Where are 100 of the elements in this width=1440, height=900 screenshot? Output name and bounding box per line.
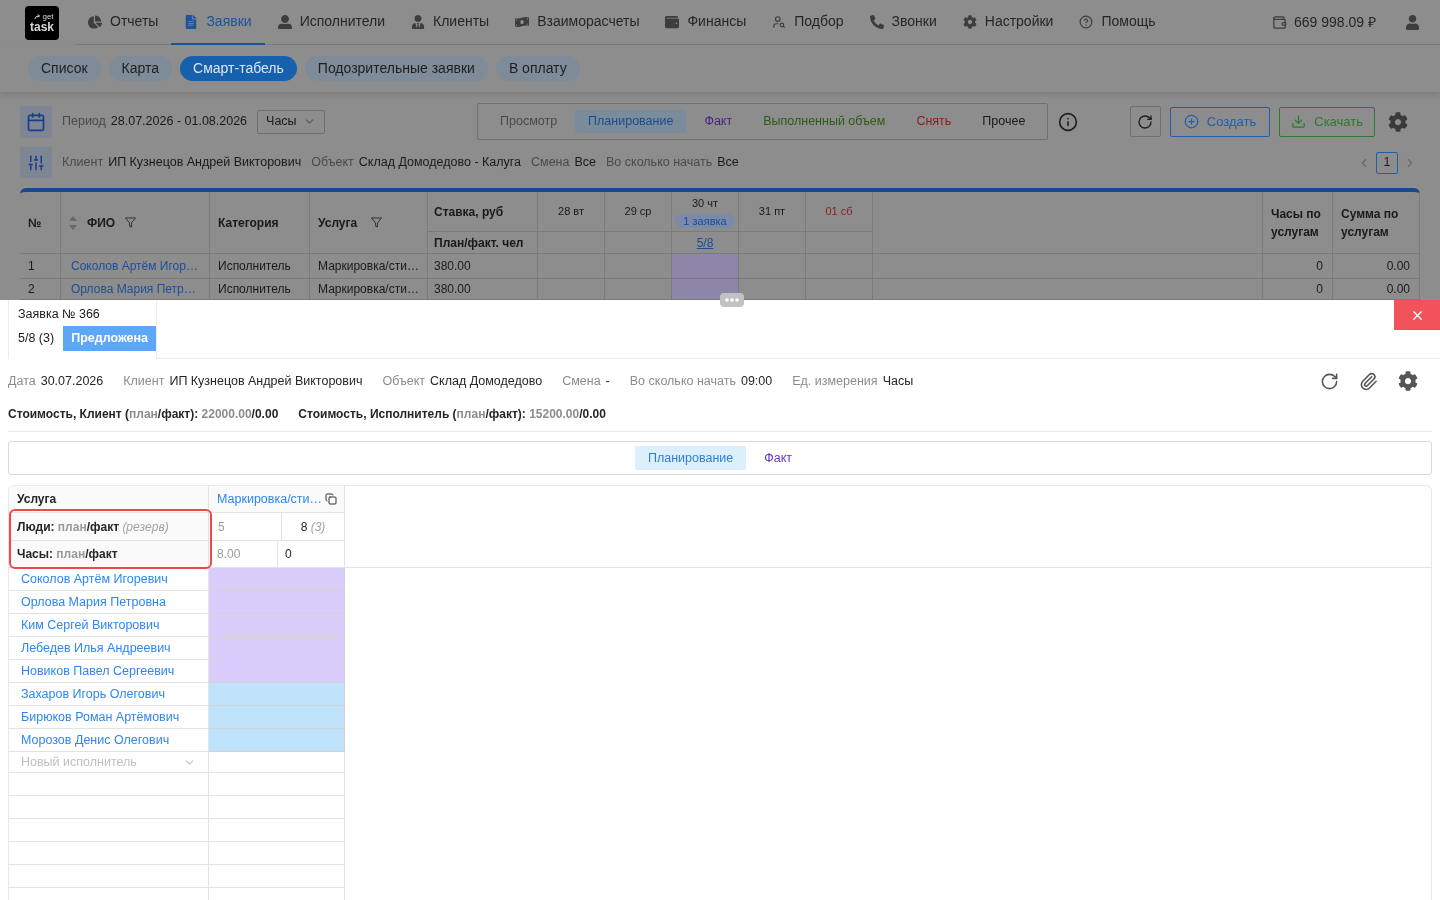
subnav-pill[interactable]: Список [28, 56, 101, 81]
subnav-pill[interactable]: Смарт-табель [180, 56, 297, 81]
row-header: Услуга [17, 491, 57, 508]
mode-tab[interactable]: Факт [691, 110, 746, 133]
field-label: Объект [382, 372, 425, 390]
schedule-cell[interactable] [209, 591, 345, 614]
drag-handle-icon[interactable] [720, 293, 744, 307]
subnav-pill[interactable]: Подозрительные заявки [304, 56, 488, 81]
table-cell: 5 [209, 513, 282, 541]
period-label: Период [62, 113, 106, 131]
sort-icon[interactable] [69, 215, 77, 230]
calendar-icon[interactable] [20, 105, 52, 138]
schedule-cell[interactable] [209, 568, 345, 591]
field-value: Часы [882, 372, 914, 390]
field-label: Смена [562, 372, 601, 390]
mode-tab[interactable]: Планирование [575, 110, 687, 133]
schedule-cell[interactable] [209, 729, 345, 752]
nav-item[interactable]: Финансы [652, 0, 760, 45]
worker-link[interactable]: Орлова Мария Петровна [21, 592, 166, 612]
worker-link[interactable]: Соколов Артём Игоревич [21, 569, 168, 589]
order-tab[interactable]: Заявка № 366 5/8 (3) Предложена [8, 300, 157, 359]
table-cell: Маркировка/сти… [310, 254, 428, 279]
phone-icon [869, 14, 884, 29]
nav-item[interactable]: Исполнители [264, 0, 399, 45]
settings-icon[interactable] [1398, 371, 1418, 391]
worker-link[interactable]: Захаров Игорь Олегович [21, 684, 165, 704]
refresh-icon [1137, 113, 1154, 130]
refresh-button[interactable] [1129, 106, 1161, 137]
plan-fact-link[interactable]: 5/8 [696, 233, 714, 252]
paperclip-icon[interactable] [1359, 371, 1378, 391]
field-value: - [605, 372, 610, 390]
schedule-cell[interactable] [209, 660, 345, 683]
info-icon[interactable] [1058, 111, 1079, 132]
nav-item[interactable]: Заявки [171, 0, 265, 45]
filter-label: Клиент [62, 154, 104, 172]
worker-name-link[interactable]: Орлова Мария Петр… [71, 280, 196, 298]
mode-tab[interactable]: Планирование [634, 446, 747, 470]
wallet-icon [665, 14, 680, 29]
filter-label: Объект [311, 154, 354, 172]
copy-icon[interactable] [325, 493, 337, 505]
field-label: Дата [8, 372, 36, 390]
refresh-icon[interactable] [1320, 371, 1339, 391]
period-value: 28.07.2026 - 01.08.2026 [110, 113, 248, 131]
request-count-badge[interactable]: 1 заявка [675, 213, 735, 228]
day-header: 01 сб [825, 204, 853, 220]
logo-text: task [30, 20, 54, 33]
schedule-cell[interactable] [209, 706, 345, 729]
table-cell: 0 [1263, 254, 1333, 279]
worker-link[interactable]: Морозов Денис Олегович [21, 730, 170, 750]
mode-tab[interactable]: Снять [903, 110, 965, 133]
worker-link[interactable]: Новиков Павел Сергеевич [21, 661, 175, 681]
column-header: План/факт. чел [434, 234, 524, 252]
subnav-pill[interactable]: В оплату [495, 56, 580, 81]
table-cell: 0.00 [1333, 254, 1420, 279]
nav-item[interactable]: Клиенты [398, 0, 503, 45]
mode-tab[interactable]: Факт [751, 446, 806, 470]
logo-tile[interactable]: get task [25, 5, 59, 40]
sliders-icon[interactable] [20, 147, 52, 178]
schedule-cell[interactable] [209, 683, 345, 706]
plus-circle-icon [1183, 114, 1199, 129]
filter-icon[interactable] [371, 217, 383, 228]
create-button[interactable]: Создать [1169, 106, 1271, 137]
row-header: Люди: план/факт (резерв) [17, 518, 169, 536]
mode-tab[interactable]: Прочее [969, 110, 1039, 133]
schedule-cell[interactable] [209, 614, 345, 637]
nav-item[interactable]: Настройки [949, 0, 1067, 45]
table-cell: Исполнитель [210, 254, 310, 279]
worker-name-link[interactable]: Соколов Артём Игор… [71, 257, 198, 275]
column-header: № [28, 214, 42, 232]
nav-item[interactable]: Помощь [1066, 0, 1169, 45]
day-header: 29 ср [624, 204, 652, 220]
unit-dropdown[interactable]: Часы [257, 109, 326, 134]
download-icon [1291, 114, 1307, 129]
worker-link[interactable]: Лебедев Илья Андреевич [21, 638, 171, 658]
nav-item[interactable]: Звонки [856, 0, 950, 45]
order-count: 5/8 (3) [18, 329, 55, 347]
filter-label: Во сколько начать [606, 154, 713, 172]
nav-item[interactable]: Отчеты [75, 0, 172, 45]
worker-link[interactable]: Бирюков Роман Артёмович [21, 707, 180, 727]
row-header: Часы: план/факт [17, 546, 118, 563]
mode-tab[interactable]: Выполненный объем [750, 110, 899, 133]
pie-chart-icon [88, 14, 102, 29]
filter-icon[interactable] [125, 217, 137, 228]
nav-item[interactable]: Подбор [759, 0, 857, 45]
person-tie-icon [411, 14, 426, 29]
page-button[interactable]: 1 [1376, 151, 1398, 174]
close-button[interactable] [1394, 300, 1440, 330]
schedule-cell[interactable] [209, 637, 345, 660]
column-header: Часы по услугам [1271, 205, 1322, 241]
user-icon[interactable] [1405, 14, 1420, 30]
column-header: ФИО [87, 214, 116, 232]
mode-tab[interactable]: Просмотр [487, 110, 571, 133]
order-title: Заявка № 366 [18, 306, 101, 323]
settings-icon[interactable] [1388, 111, 1408, 132]
banknote-icon [515, 14, 530, 29]
subnav-pill[interactable]: Карта [108, 56, 173, 81]
field-value: 09:00 [740, 372, 773, 390]
nav-item[interactable]: Взаиморасчеты [502, 0, 653, 45]
worker-link[interactable]: Ким Сергей Викторович [21, 615, 160, 635]
field-label: Во сколько начать [629, 372, 736, 390]
